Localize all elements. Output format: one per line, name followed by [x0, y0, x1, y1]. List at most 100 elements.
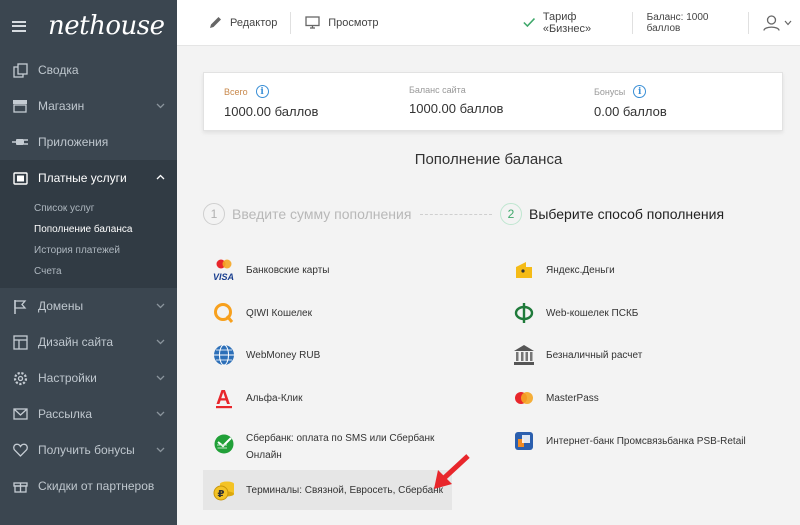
- psb-bank-icon: [512, 429, 536, 453]
- chevron-down-icon: [156, 447, 165, 453]
- sidebar-item-partner-discounts[interactable]: Скидки от партнеров: [0, 468, 177, 504]
- user-menu-button[interactable]: [749, 0, 800, 46]
- sidebar-item-label: Настройки: [38, 371, 97, 385]
- sidebar-item-settings[interactable]: Настройки: [0, 360, 177, 396]
- heart-icon: [12, 442, 28, 458]
- sidebar-item-label: Сводка: [38, 63, 79, 77]
- submenu-item-invoices[interactable]: Счета: [0, 261, 177, 282]
- masterpass-icon: [512, 386, 536, 410]
- payment-label: MasterPass: [546, 392, 599, 404]
- payment-label: Web-кошелек ПСКБ: [546, 307, 639, 319]
- metric-site-balance: Баланс сайта 1000.00 баллов: [409, 85, 503, 116]
- sidebar-item-design[interactable]: Дизайн сайта: [0, 324, 177, 360]
- metric-total: Всего i 1000.00 баллов: [224, 85, 318, 119]
- brand-bar: nethouse: [0, 0, 177, 52]
- step-enter-amount[interactable]: 1 Введите сумму пополнения: [203, 203, 411, 225]
- payment-label: Сбербанк: оплата по SMS или Сбербанк: [246, 433, 435, 444]
- sidebar-item-label: Рассылка: [38, 407, 93, 421]
- sidebar-item-summary[interactable]: Сводка: [0, 52, 177, 88]
- submenu-item-top-up[interactable]: Пополнение баланса: [0, 219, 177, 240]
- balance-link[interactable]: Баланс: 1000 баллов: [633, 0, 748, 46]
- sidebar-item-label: Платные услуги: [38, 171, 127, 185]
- payment-label: Безналичный расчет: [546, 349, 643, 361]
- payment-label-line2: Онлайн: [246, 450, 282, 461]
- sidebar-item-store[interactable]: Магазин: [0, 88, 177, 124]
- sidebar: nethouse Сводка Магазин Приложения Платн…: [0, 0, 177, 525]
- payment-terminals[interactable]: ₽ Терминалы: Связной, Евросеть, Сбербанк: [203, 470, 452, 510]
- editor-button[interactable]: Редактор: [177, 0, 290, 46]
- sidebar-item-label: Магазин: [38, 99, 85, 113]
- sidebar-item-apps[interactable]: Приложения: [0, 124, 177, 160]
- visa-text: VISA: [213, 272, 234, 282]
- wallet-icon: [12, 170, 28, 186]
- webmoney-icon: [212, 343, 236, 367]
- sidebar-item-paid-services[interactable]: Платные услуги: [0, 160, 177, 196]
- sidebar-item-mailing[interactable]: Рассылка: [0, 396, 177, 432]
- qiwi-icon: [212, 301, 236, 325]
- gear-icon: [12, 370, 28, 386]
- plug-icon: [12, 134, 28, 150]
- chevron-down-icon: [156, 411, 165, 417]
- payment-label: Банковские карты: [246, 264, 330, 276]
- step-choose-method: 2 Выберите способ пополнения: [500, 203, 724, 225]
- chevron-down-icon: [156, 339, 165, 345]
- payment-masterpass[interactable]: MasterPass: [512, 386, 599, 410]
- coins-icon: ₽: [212, 478, 236, 502]
- sidebar-item-label: Домены: [38, 299, 84, 313]
- store-icon: [12, 98, 28, 114]
- sidebar-item-domains[interactable]: Домены: [0, 288, 177, 324]
- payment-label: Интернет-банк Промсвязьбанка PSB-Retail: [546, 435, 746, 447]
- sidebar-item-bonuses[interactable]: Получить бонусы: [0, 432, 177, 468]
- payment-bank-cards[interactable]: VISA Банковские карты: [212, 258, 329, 282]
- preview-button[interactable]: Просмотр: [291, 0, 379, 46]
- chevron-down-icon: [156, 103, 165, 109]
- mail-icon: [12, 406, 28, 422]
- paid-services-submenu: Список услуг Пополнение баланса История …: [0, 196, 177, 288]
- pencil-icon: [210, 17, 221, 28]
- payment-qiwi[interactable]: QIWI Кошелек: [212, 301, 312, 325]
- payment-alfa-click[interactable]: А Альфа-Клик: [212, 386, 302, 410]
- flag-icon: [12, 298, 28, 314]
- metric-bonuses: Бонусы i 0.00 баллов: [594, 85, 667, 119]
- gift-icon: [12, 478, 28, 494]
- sidebar-item-label: Дизайн сайта: [38, 335, 114, 349]
- monitor-icon: [305, 16, 320, 29]
- editor-label: Редактор: [230, 16, 278, 29]
- step-number: 2: [500, 203, 522, 225]
- submenu-item-payment-history[interactable]: История платежей: [0, 240, 177, 261]
- tariff-button[interactable]: Тариф «Бизнес»: [522, 0, 632, 46]
- copy-icon: [12, 62, 28, 78]
- step-label: Введите сумму пополнения: [232, 206, 412, 222]
- payment-label: Яндекс.Деньги: [546, 264, 615, 276]
- preview-label: Просмотр: [328, 16, 379, 29]
- total-value: 1000.00 баллов: [224, 104, 319, 119]
- balance-summary-card: Всего i 1000.00 баллов Баланс сайта 1000…: [203, 72, 783, 131]
- payment-sberbank-online[interactable]: Сбербанк: оплата по SMS или Сбербанк Онл…: [212, 430, 434, 464]
- payment-label: Терминалы: Связной, Евросеть, Сбербанк: [246, 484, 444, 496]
- menu-icon[interactable]: [12, 20, 26, 32]
- user-icon: [763, 14, 780, 31]
- submenu-item-services-list[interactable]: Список услуг: [0, 198, 177, 219]
- alfa-bank-icon: А: [212, 386, 236, 410]
- pointer-arrow-icon: [434, 454, 470, 489]
- step-number: 1: [203, 203, 225, 225]
- payment-cashless[interactable]: Безналичный расчет: [512, 343, 642, 367]
- info-icon[interactable]: i: [255, 85, 269, 98]
- logo[interactable]: nethouse: [48, 11, 165, 41]
- layout-icon: [12, 334, 28, 350]
- tariff-label: Тариф «Бизнес»: [542, 10, 592, 35]
- payment-yandex-money[interactable]: Яндекс.Деньги: [512, 258, 615, 282]
- payment-webmoney[interactable]: WebMoney RUB: [212, 343, 320, 367]
- payment-psbk-wallet[interactable]: Web-кошелек ПСКБ: [512, 301, 638, 325]
- steps-indicator: 1 Введите сумму пополнения 2 Выберите сп…: [203, 203, 783, 227]
- check-icon: [522, 17, 535, 28]
- info-icon[interactable]: i: [633, 85, 647, 98]
- sberbank-icon: [212, 432, 236, 456]
- chevron-up-icon: [156, 174, 165, 180]
- site-balance-label: Баланс сайта: [409, 85, 466, 95]
- chevron-down-icon: [156, 303, 165, 309]
- balance-label: Баланс: 1000 баллов: [646, 11, 709, 34]
- payment-psb-retail[interactable]: Интернет-банк Промсвязьбанка PSB-Retail: [512, 429, 746, 453]
- site-balance-value: 1000.00 баллов: [409, 101, 504, 116]
- sidebar-item-label: Получить бонусы: [38, 443, 135, 457]
